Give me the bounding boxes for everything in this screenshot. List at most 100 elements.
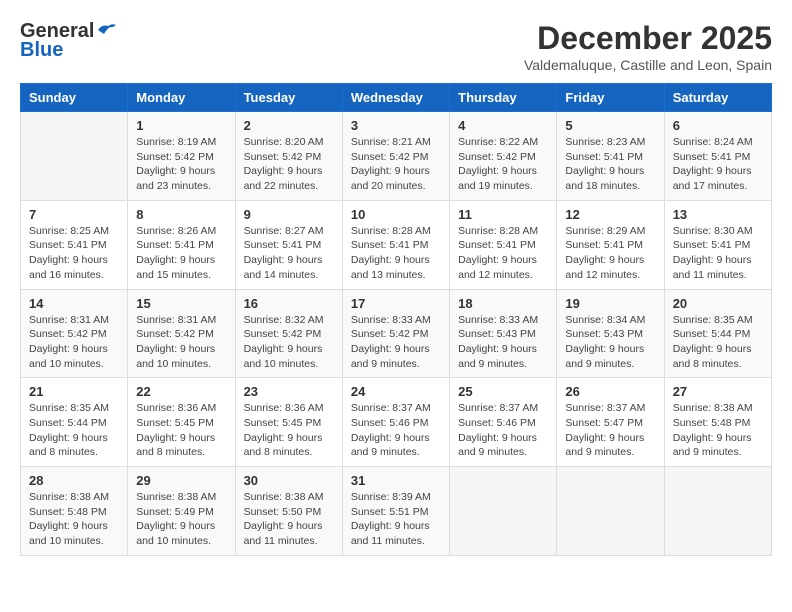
day-number: 15 [136,296,226,311]
day-cell [557,467,664,556]
day-header-sunday: Sunday [21,84,128,112]
week-row-5: 28 Sunrise: 8:38 AM Sunset: 5:48 PM Dayli… [21,467,772,556]
day-number: 17 [351,296,441,311]
day-cell: 23Sunrise: 8:36 AM Sunset: 5:45 PM Dayli… [235,378,342,467]
day-number: 27 [673,384,763,399]
day-info: Sunrise: 8:28 AM Sunset: 5:41 PM Dayligh… [458,224,548,283]
day-number: 7 [29,207,119,222]
logo-blue: Blue [20,39,63,62]
day-info: Sunrise: 8:30 AM Sunset: 5:41 PM Dayligh… [673,224,763,283]
day-number: 26 [565,384,655,399]
day-number: 9 [244,207,334,222]
day-number: 12 [565,207,655,222]
day-info: Sunrise: 8:22 AM Sunset: 5:42 PM Dayligh… [458,135,548,194]
day-cell: 20 Sunrise: 8:35 AM Sunset: 5:44 PM Dayli… [664,289,771,378]
day-cell: 26 Sunrise: 8:37 AM Sunset: 5:47 PM Dayli… [557,378,664,467]
day-info: Sunrise: 8:38 AM Sunset: 5:49 PM Dayligh… [136,490,226,549]
day-info: Sunrise: 8:21 AM Sunset: 5:42 PM Dayligh… [351,135,441,194]
day-cell [450,467,557,556]
title-block: December 2025 Valdemaluque, Castille and… [524,20,772,73]
day-info: Sunrise: 8:34 AM Sunset: 5:43 PM Dayligh… [565,313,655,372]
day-info: Sunrise: 8:35 AM Sunset: 5:44 PM Dayligh… [673,313,763,372]
day-number: 14 [29,296,119,311]
day-cell: 5 Sunrise: 8:23 AM Sunset: 5:41 PM Daylig… [557,112,664,201]
day-cell: 6 Sunrise: 8:24 AM Sunset: 5:41 PM Daylig… [664,112,771,201]
day-cell: 25Sunrise: 8:37 AM Sunset: 5:46 PM Dayli… [450,378,557,467]
day-cell: 9 Sunrise: 8:27 AM Sunset: 5:41 PM Daylig… [235,200,342,289]
week-row-3: 14 Sunrise: 8:31 AM Sunset: 5:42 PM Dayli… [21,289,772,378]
day-info: Sunrise: 8:31 AM Sunset: 5:42 PM Dayligh… [136,313,226,372]
day-info: Sunrise: 8:31 AM Sunset: 5:42 PM Dayligh… [29,313,119,372]
day-info: Sunrise: 8:35 AM Sunset: 5:44 PM Dayligh… [29,401,119,460]
calendar-table: SundayMondayTuesdayWednesdayThursdayFrid… [20,83,772,556]
day-cell: 1 Sunrise: 8:19 AM Sunset: 5:42 PM Daylig… [128,112,235,201]
day-cell: 15 Sunrise: 8:31 AM Sunset: 5:42 PM Dayli… [128,289,235,378]
day-info: Sunrise: 8:37 AM Sunset: 5:46 PM Dayligh… [458,401,548,460]
week-row-4: 21 Sunrise: 8:35 AM Sunset: 5:44 PM Dayli… [21,378,772,467]
day-number: 1 [136,118,226,133]
day-header-wednesday: Wednesday [342,84,449,112]
week-row-2: 7 Sunrise: 8:25 AM Sunset: 5:41 PM Daylig… [21,200,772,289]
day-number: 2 [244,118,334,133]
day-header-saturday: Saturday [664,84,771,112]
day-number: 28 [29,473,119,488]
day-info: Sunrise: 8:39 AM Sunset: 5:51 PM Dayligh… [351,490,441,549]
day-info: Sunrise: 8:23 AM Sunset: 5:41 PM Dayligh… [565,135,655,194]
day-cell: 3 Sunrise: 8:21 AM Sunset: 5:42 PM Daylig… [342,112,449,201]
day-cell: 8Sunrise: 8:26 AM Sunset: 5:41 PM Daylig… [128,200,235,289]
day-number: 24 [351,384,441,399]
day-number: 29 [136,473,226,488]
day-number: 20 [673,296,763,311]
day-cell: 4 Sunrise: 8:22 AM Sunset: 5:42 PM Daylig… [450,112,557,201]
day-info: Sunrise: 8:24 AM Sunset: 5:41 PM Dayligh… [673,135,763,194]
day-number: 18 [458,296,548,311]
day-info: Sunrise: 8:27 AM Sunset: 5:41 PM Dayligh… [244,224,334,283]
day-number: 3 [351,118,441,133]
day-number: 11 [458,207,548,222]
day-info: Sunrise: 8:37 AM Sunset: 5:47 PM Dayligh… [565,401,655,460]
day-number: 4 [458,118,548,133]
day-number: 31 [351,473,441,488]
day-number: 5 [565,118,655,133]
day-cell: 22Sunrise: 8:36 AM Sunset: 5:45 PM Dayli… [128,378,235,467]
day-info: Sunrise: 8:26 AM Sunset: 5:41 PM Dayligh… [136,224,226,283]
day-cell: 24 Sunrise: 8:37 AM Sunset: 5:46 PM Dayli… [342,378,449,467]
day-info: Sunrise: 8:28 AM Sunset: 5:41 PM Dayligh… [351,224,441,283]
day-info: Sunrise: 8:37 AM Sunset: 5:46 PM Dayligh… [351,401,441,460]
day-number: 6 [673,118,763,133]
day-cell [664,467,771,556]
day-info: Sunrise: 8:32 AM Sunset: 5:42 PM Dayligh… [244,313,334,372]
logo-bird-icon [96,22,118,38]
page-header: General Blue December 2025 Valdemaluque,… [20,20,772,73]
day-header-monday: Monday [128,84,235,112]
day-number: 22 [136,384,226,399]
day-cell: 10 Sunrise: 8:28 AM Sunset: 5:41 PM Dayli… [342,200,449,289]
day-number: 19 [565,296,655,311]
day-cell: 12 Sunrise: 8:29 AM Sunset: 5:41 PM Dayli… [557,200,664,289]
day-number: 16 [244,296,334,311]
day-cell: 19 Sunrise: 8:34 AM Sunset: 5:43 PM Dayli… [557,289,664,378]
day-header-friday: Friday [557,84,664,112]
day-number: 21 [29,384,119,399]
day-cell: 14 Sunrise: 8:31 AM Sunset: 5:42 PM Dayli… [21,289,128,378]
day-info: Sunrise: 8:25 AM Sunset: 5:41 PM Dayligh… [29,224,119,283]
day-cell: 29 Sunrise: 8:38 AM Sunset: 5:49 PM Dayli… [128,467,235,556]
day-number: 10 [351,207,441,222]
week-row-1: 1 Sunrise: 8:19 AM Sunset: 5:42 PM Daylig… [21,112,772,201]
day-cell: 27 Sunrise: 8:38 AM Sunset: 5:48 PM Dayli… [664,378,771,467]
day-info: Sunrise: 8:38 AM Sunset: 5:48 PM Dayligh… [673,401,763,460]
day-cell: 31 Sunrise: 8:39 AM Sunset: 5:51 PM Dayli… [342,467,449,556]
day-cell: 28 Sunrise: 8:38 AM Sunset: 5:48 PM Dayli… [21,467,128,556]
calendar-header-row: SundayMondayTuesdayWednesdayThursdayFrid… [21,84,772,112]
day-info: Sunrise: 8:29 AM Sunset: 5:41 PM Dayligh… [565,224,655,283]
day-info: Sunrise: 8:20 AM Sunset: 5:42 PM Dayligh… [244,135,334,194]
day-info: Sunrise: 8:38 AM Sunset: 5:48 PM Dayligh… [29,490,119,549]
day-cell: 21 Sunrise: 8:35 AM Sunset: 5:44 PM Dayli… [21,378,128,467]
day-cell: 30Sunrise: 8:38 AM Sunset: 5:50 PM Dayli… [235,467,342,556]
day-cell: 7 Sunrise: 8:25 AM Sunset: 5:41 PM Daylig… [21,200,128,289]
day-cell [21,112,128,201]
day-info: Sunrise: 8:33 AM Sunset: 5:42 PM Dayligh… [351,313,441,372]
day-cell: 17 Sunrise: 8:33 AM Sunset: 5:42 PM Dayli… [342,289,449,378]
day-info: Sunrise: 8:19 AM Sunset: 5:42 PM Dayligh… [136,135,226,194]
day-cell: 2 Sunrise: 8:20 AM Sunset: 5:42 PM Daylig… [235,112,342,201]
